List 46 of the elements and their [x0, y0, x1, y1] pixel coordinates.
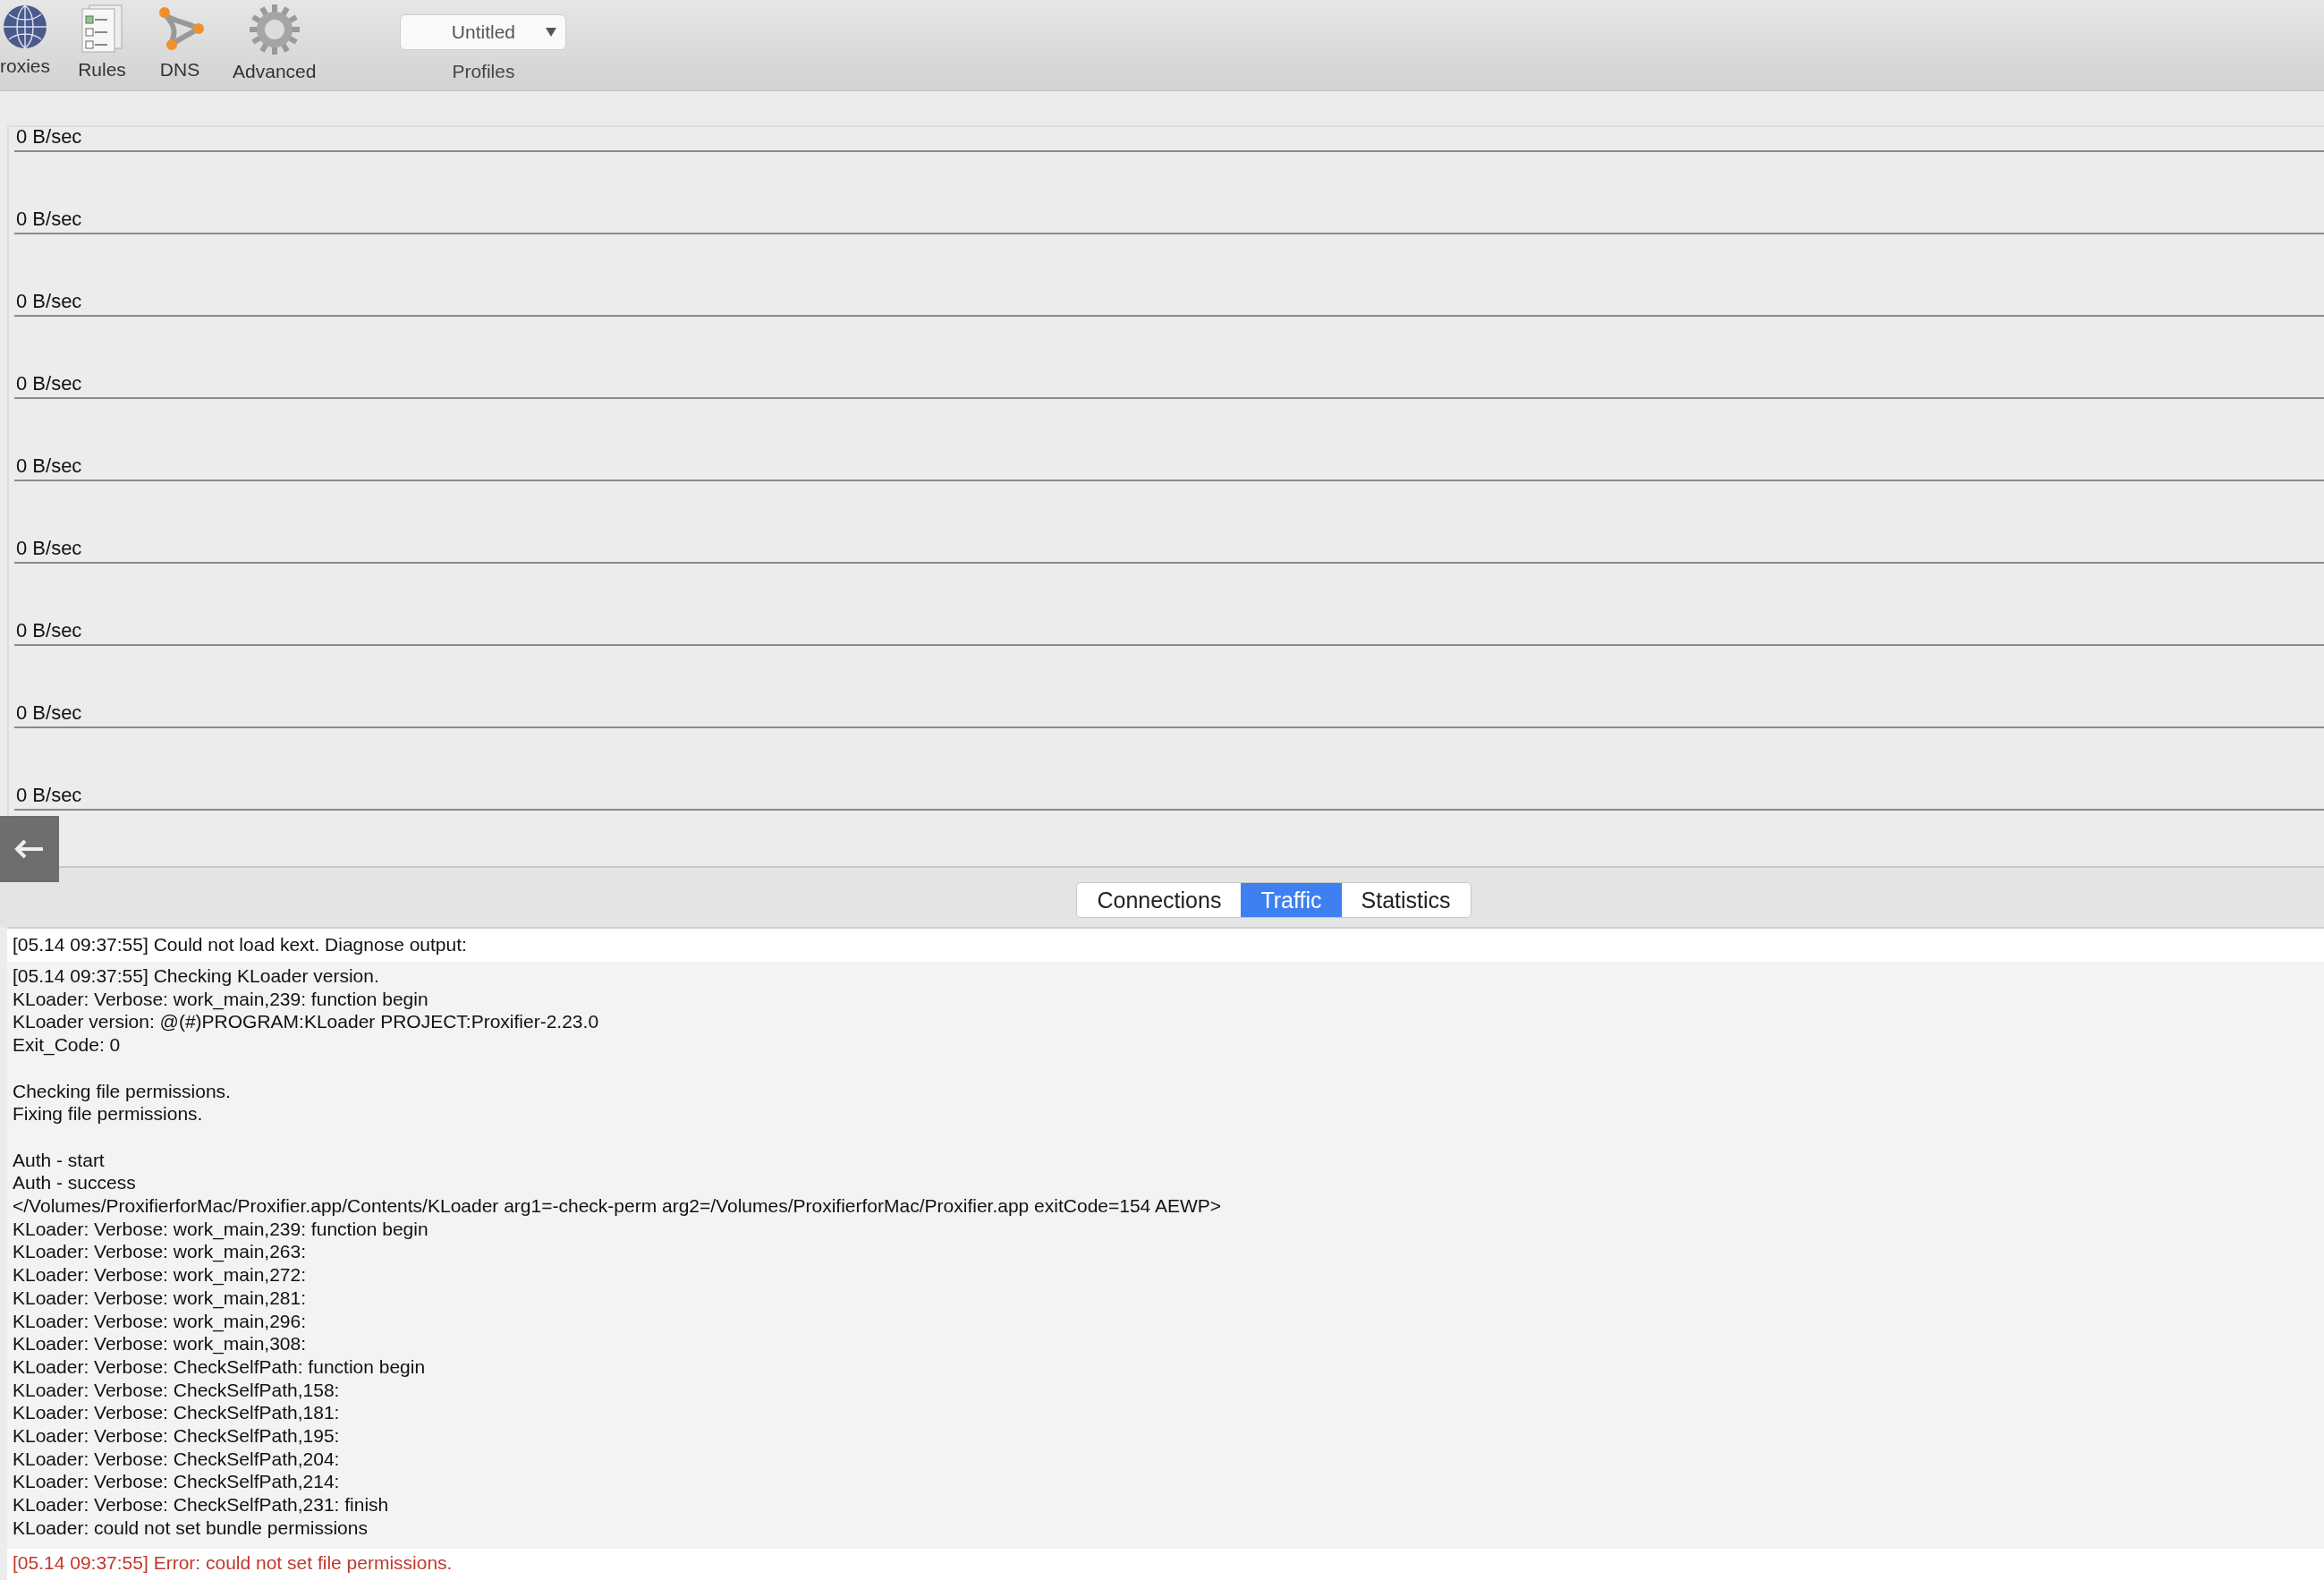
globe-icon [2, 4, 48, 50]
log-line: </Volumes/ProxifierforMac/Proxifier.app/Contents/KLoader arg1=-check-perm arg2=/Volumes/ProxifierforMac/Proxifier.app exitCode=154 AEWP> [13, 1194, 1223, 1218]
gear-icon [248, 4, 301, 55]
log-line: KLoader: Verbose: work_main,296: [13, 1309, 308, 1333]
rate-label: 0 B/sec [15, 537, 82, 561]
view-tab[interactable]: Traffic [1241, 883, 1342, 917]
profiles-label: Profiles [452, 61, 515, 82]
log-line: KLoader: Verbose: work_main,281: [13, 1286, 308, 1310]
rate-label: 0 B/sec [15, 125, 82, 149]
rate-label: 0 B/sec [15, 208, 82, 232]
rate-label: 0 B/sec [15, 619, 82, 643]
caret-icon [546, 28, 557, 37]
rate-label: 0 B/sec [15, 784, 82, 808]
error-message: [05.14 09:37:55] Error: could not set file permissions. [7, 1548, 2324, 1580]
toolbar-button[interactable]: DNS [148, 0, 212, 81]
log-line: KLoader: Verbose: work_main,239: function begin [13, 1217, 429, 1241]
toolbar-button[interactable]: Rules [72, 0, 133, 81]
log-line: KLoader version: @(#)PROGRAM:KLoader PROJECT:Proxifier-2.23.0 [13, 1010, 600, 1034]
rate-label: 0 B/sec [15, 290, 82, 314]
log-line: [05.14 09:37:55] Checking KLoader version. [13, 964, 380, 988]
log-line: KLoader: could not set bundle permissions [13, 1516, 369, 1540]
log-line: KLoader: Verbose: CheckSelfPath,158: [13, 1378, 341, 1402]
log-line: Auth - success [13, 1171, 137, 1194]
profile-dropdown[interactable]: Untitled [400, 14, 567, 50]
rate-label: 0 B/sec [15, 372, 82, 396]
log-line: KLoader: Verbose: CheckSelfPath: function begin [13, 1355, 427, 1379]
toolbar-button[interactable]: Advanced [227, 0, 322, 82]
log-line: KLoader: Verbose: CheckSelfPath,231: finish [13, 1493, 390, 1516]
log-line: Checking file permissions. [13, 1079, 232, 1103]
rate-label: 0 B/sec [15, 454, 82, 479]
log-line: KLoader: Verbose: CheckSelfPath,181: [13, 1401, 341, 1425]
log-line: Auth - start [13, 1148, 106, 1172]
rate-label: 0 B/sec [15, 701, 82, 726]
log-line: KLoader: Verbose: CheckSelfPath,195: [13, 1424, 341, 1448]
log-line: KLoader: Verbose: work_main,263: [13, 1240, 308, 1264]
log-message: [05.14 09:37:55] Could not load kext. Diagnose output: [7, 929, 2324, 962]
log-line: Fixing file permissions. [13, 1102, 204, 1126]
left-arrow-icon [14, 839, 45, 859]
toolbar-button[interactable]: roxies [0, 0, 56, 77]
log-line: KLoader: Verbose: work_main,239: function begin [13, 987, 429, 1011]
log-line: Exit_Code: 0 [13, 1033, 122, 1057]
log-line: KLoader: Verbose: CheckSelfPath,204: [13, 1447, 341, 1471]
back-button[interactable] [0, 816, 59, 882]
log-line: KLoader: Verbose: work_main,308: [13, 1332, 308, 1355]
log-line: KLoader: Verbose: CheckSelfPath,214: [13, 1470, 341, 1494]
log-line: KLoader: Verbose: work_main,272: [13, 1263, 308, 1287]
